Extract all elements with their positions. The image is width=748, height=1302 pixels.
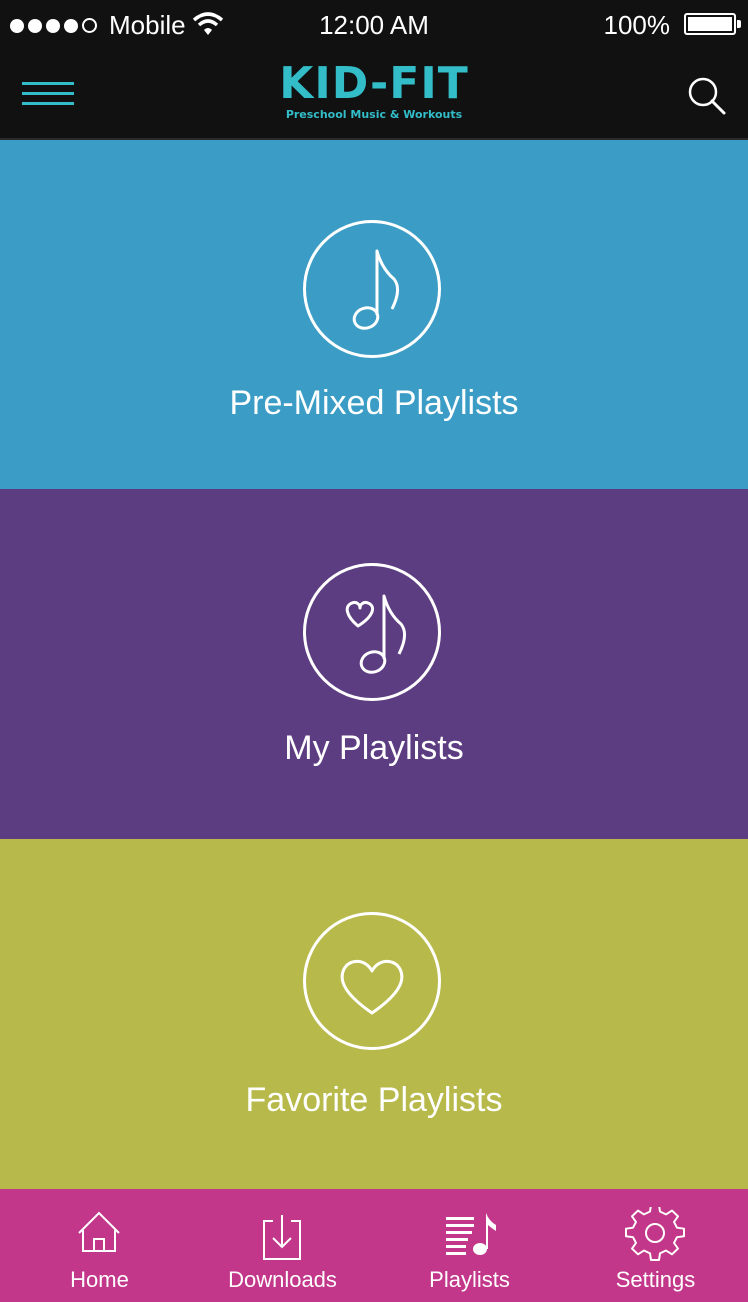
tab-settings-label: Settings [615, 1267, 696, 1292]
download-icon [263, 1215, 301, 1260]
pre-mixed-playlists-label: Pre-Mixed Playlists [229, 384, 519, 422]
tab-downloads[interactable]: Downloads [189, 1189, 376, 1302]
heart-icon [303, 912, 441, 1050]
brand-name: KID-FIT [279, 58, 469, 109]
favorite-playlists-label: Favorite Playlists [245, 1081, 503, 1119]
app-logo: KID-FIT Preschool Music & Workouts [0, 58, 748, 122]
gear-icon [625, 1207, 685, 1261]
bottom-tab-bar: Home Downloads Playlists Settings [0, 1189, 748, 1302]
favorite-playlists-panel[interactable]: Favorite Playlists [0, 839, 748, 1189]
music-note-icon [303, 220, 441, 358]
playlist-icon [446, 1213, 496, 1255]
brand-tagline: Preschool Music & Workouts [285, 108, 463, 121]
tab-downloads-label: Downloads [228, 1267, 337, 1292]
tab-home-label: Home [70, 1267, 129, 1292]
status-bar: Mobile 12:00 AM 100% [0, 0, 748, 50]
app-header: KID-FIT Preschool Music & Workouts [0, 50, 748, 140]
tab-playlists[interactable]: Playlists [376, 1189, 563, 1302]
battery-icon [684, 13, 741, 35]
tab-home[interactable]: Home [6, 1189, 193, 1302]
home-icon [78, 1211, 120, 1252]
tab-settings[interactable]: Settings [562, 1189, 748, 1302]
battery-percent: 100% [603, 10, 671, 40]
my-playlists-panel[interactable]: My Playlists [0, 489, 748, 839]
pre-mixed-playlists-panel[interactable]: Pre-Mixed Playlists [0, 140, 748, 489]
search-icon[interactable] [686, 75, 728, 117]
tab-playlists-label: Playlists [429, 1267, 510, 1292]
heart-music-note-icon [303, 563, 441, 701]
my-playlists-label: My Playlists [284, 729, 464, 767]
